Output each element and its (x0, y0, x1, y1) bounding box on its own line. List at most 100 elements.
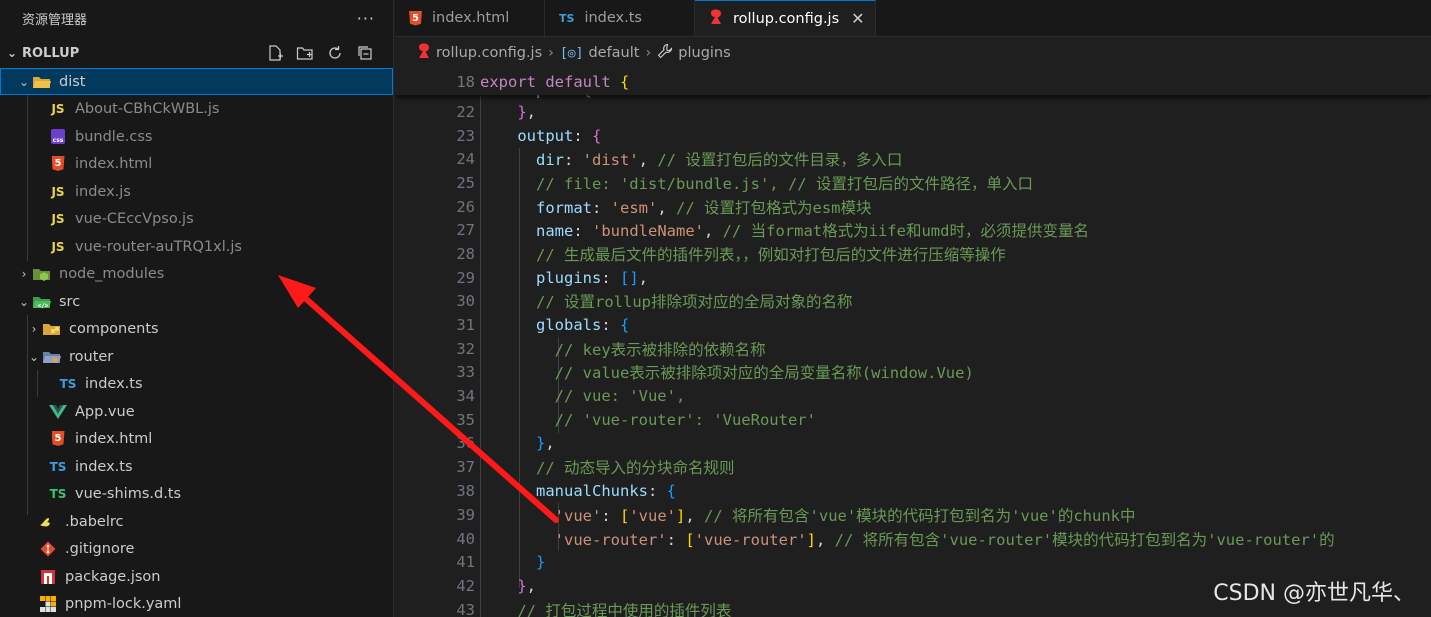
line-number: 33 (456, 363, 475, 381)
code-line[interactable]: 30 // 设置rollup排除项对应的全局对象的名称 (395, 289, 1431, 313)
javascript-file-icon: JS (51, 184, 65, 199)
code-line[interactable]: 23 output: { (395, 124, 1431, 148)
line-number: 29 (456, 269, 475, 287)
code-line[interactable]: 40 'vue-router': ['vue-router'], // 将所有包… (395, 527, 1431, 551)
tree-item-label: .babelrc (65, 513, 124, 530)
chevron-down-icon: ⌄ (18, 294, 30, 309)
line-number: 36 (456, 434, 475, 452)
code-text: // key表示被排除的依赖名称 (480, 341, 766, 359)
code-text: globals: { (536, 316, 630, 334)
code-editor[interactable]: 18 export default { 20 input: { 22 }, 23… (395, 69, 1431, 617)
code-line[interactable]: 31 globals: { (395, 313, 1431, 337)
line-number: 30 (456, 292, 475, 310)
line-number: 38 (456, 482, 475, 500)
tab-label: index.ts (584, 10, 642, 26)
chevron-down-icon: ⌄ (18, 74, 30, 89)
code-line[interactable]: 33 // value表示被排除项对应的全局变量名称(window.Vue) (395, 360, 1431, 384)
tree-item-label: index.ts (85, 375, 143, 392)
chevron-right-icon: › (31, 321, 37, 336)
wrench-icon (657, 43, 673, 63)
tree-file[interactable]: 5 index.html (0, 425, 393, 452)
explorer-sidebar: 资源管理器 ··· ⌄ ROLLUP ⌄ dist JS About-CBhCk… (0, 0, 394, 617)
tree-folder-dist[interactable]: ⌄ dist (0, 68, 393, 95)
line-number: 32 (456, 340, 475, 358)
tab-index-ts[interactable]: TS index.ts (545, 0, 695, 36)
collapse-all-icon[interactable] (355, 44, 375, 62)
new-file-icon[interactable] (265, 44, 285, 62)
code-line[interactable]: 38 manualChunks: { (395, 479, 1431, 503)
line-number: 24 (456, 150, 475, 168)
more-actions-icon[interactable]: ··· (357, 9, 375, 28)
code-line[interactable]: 26 format: 'esm', // 设置打包格式为esm模块 (395, 195, 1431, 219)
code-line[interactable]: 36 }, (395, 431, 1431, 455)
refresh-icon[interactable] (325, 44, 345, 62)
vue-file-icon (48, 404, 68, 420)
code-line[interactable]: 41 } (395, 550, 1431, 574)
npm-file-icon (38, 569, 58, 585)
line-number: 25 (456, 174, 475, 192)
tab-label: index.html (432, 10, 510, 26)
code-line[interactable]: 34 // vue: 'Vue', (395, 384, 1431, 408)
code-line[interactable]: 25 // file: 'dist/bundle.js', // 设置打包后的文… (395, 171, 1431, 195)
javascript-file-icon: JS (51, 239, 65, 254)
tree-file[interactable]: JS vue-CEccVpso.js (0, 205, 393, 232)
code-text: 'vue-router': ['vue-router'], // 将所有包含'v… (554, 531, 1335, 549)
tree-file[interactable]: pnpm-lock.yaml (0, 590, 393, 617)
tree-item-label: index.js (75, 183, 131, 200)
git-file-icon (38, 541, 58, 557)
tree-folder-router[interactable]: ⌄ router (0, 343, 393, 370)
line-number: 39 (456, 506, 475, 524)
tree-item-label: node_modules (59, 265, 165, 282)
line-number: 34 (456, 387, 475, 405)
explorer-actions (265, 44, 375, 62)
tree-item-label: index.html (75, 430, 153, 447)
tree-folder-src[interactable]: ⌄ </> src (0, 288, 393, 315)
sticky-scroll-line[interactable]: 18 export default { (395, 69, 1431, 95)
code-text: } (536, 553, 546, 571)
tree-folder-node-modules[interactable]: › node_modules (0, 260, 393, 287)
tree-file[interactable]: package.json (0, 563, 393, 590)
tree-file[interactable]: TS index.ts (0, 453, 393, 480)
folder-src-icon: </> (32, 294, 52, 310)
tree-file[interactable]: css bundle.css (0, 123, 393, 150)
workspace-root[interactable]: ⌄ ROLLUP (0, 36, 393, 70)
code-text: // value表示被排除项对应的全局变量名称(window.Vue) (480, 364, 974, 382)
svg-text:</>: </> (38, 302, 49, 309)
line-number: 40 (456, 530, 475, 548)
css-file-icon: css (48, 129, 68, 145)
breadcrumb-file[interactable]: rollup.config.js (436, 45, 542, 61)
chevron-down-icon: ⌄ (6, 46, 18, 60)
line-number: 37 (456, 458, 475, 476)
code-line[interactable]: 39 'vue': ['vue'], // 将所有包含'vue'模块的代码打包到… (395, 503, 1431, 527)
tab-label: rollup.config.js (733, 10, 840, 27)
tree-file[interactable]: TS index.ts (0, 370, 393, 397)
line-number: 23 (456, 127, 475, 145)
code-line[interactable]: 35 // 'vue-router': 'VueRouter' (395, 408, 1431, 432)
explorer-title: 资源管理器 (22, 12, 88, 28)
breadcrumb-symbol[interactable]: default (588, 45, 639, 61)
tree-file[interactable]: JS About-CBhCkWBL.js (0, 95, 393, 122)
tree-file[interactable]: .babelrc (0, 508, 393, 535)
code-line[interactable]: 32 // key表示被排除的依赖名称 (395, 337, 1431, 361)
tree-file[interactable]: App.vue (0, 398, 393, 425)
code-line[interactable]: 28 // 生成最后文件的插件列表，，例如对打包后的文件进行压缩等操作 (395, 242, 1431, 266)
tab-index-html[interactable]: 5 index.html (395, 0, 545, 36)
code-line[interactable]: 29 plugins: [], (395, 266, 1431, 290)
code-text: // 动态导入的分块命名规则 (480, 459, 735, 477)
tree-file[interactable]: .gitignore (0, 535, 393, 562)
watermark: CSDN @亦世凡华、 (1213, 581, 1415, 606)
breadcrumb-property[interactable]: plugins (678, 45, 730, 61)
tree-file[interactable]: JS index.js (0, 178, 393, 205)
tree-file[interactable]: TS vue-shims.d.ts (0, 480, 393, 507)
close-tab-icon[interactable]: ✕ (851, 9, 864, 28)
new-folder-icon[interactable] (295, 44, 315, 62)
tree-file[interactable]: 5 index.html (0, 150, 393, 177)
tree-folder-components[interactable]: › components (0, 315, 393, 342)
code-line[interactable]: 37 // 动态导入的分块命名规则 (395, 455, 1431, 479)
tree-file[interactable]: JS vue-router-auTRQ1xl.js (0, 233, 393, 260)
code-line[interactable]: 24 dir: 'dist', // 设置打包后的文件目录，多入口 (395, 147, 1431, 171)
html-file-icon: 5 (409, 10, 422, 26)
code-line[interactable]: 22 }, (395, 100, 1431, 124)
tab-rollup-config[interactable]: rollup.config.js ✕ (695, 0, 876, 36)
code-line[interactable]: 27 name: 'bundleName', // 当format格式为iife… (395, 218, 1431, 242)
